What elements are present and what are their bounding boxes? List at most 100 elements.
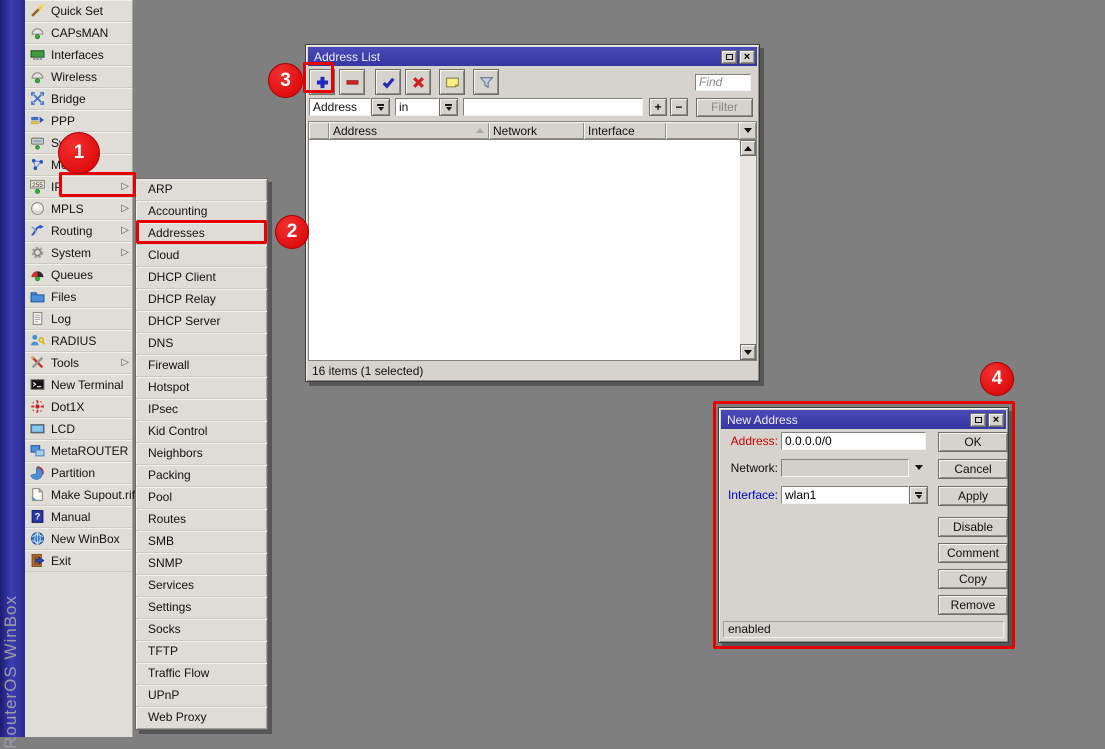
sidebar-item-capsman[interactable]: CAPsMAN [25, 22, 132, 44]
sidebar-item-ppp[interactable]: PPP [25, 110, 132, 132]
vertical-scrollbar[interactable] [740, 140, 756, 360]
sidebar-item-interfaces[interactable]: Interfaces [25, 44, 132, 66]
address-list-table-body[interactable] [308, 139, 757, 361]
add-button[interactable] [309, 69, 335, 95]
sidebar-item-mesh[interactable]: Mesh [25, 154, 132, 176]
address-list-status: 16 items (1 selected) [312, 364, 423, 378]
funnel-icon [479, 75, 494, 90]
interface-field[interactable] [781, 486, 909, 504]
sidebar-item-lcd[interactable]: LCD [25, 418, 132, 440]
column-menu-button[interactable] [739, 122, 756, 139]
filter-value-input[interactable] [463, 98, 643, 116]
cancel-button[interactable]: Cancel [938, 459, 1008, 479]
address-field[interactable] [781, 432, 926, 450]
filter-apply-button[interactable]: Filter [696, 98, 753, 117]
sidebar-item-label: Quick Set [51, 4, 103, 18]
submenu-item-addresses[interactable]: Addresses [136, 223, 267, 245]
submenu-item-neighbors[interactable]: Neighbors [136, 443, 267, 465]
sidebar-item-wireless[interactable]: Wireless [25, 66, 132, 88]
submenu-item-web-proxy[interactable]: Web Proxy [136, 707, 267, 729]
ok-button[interactable]: OK [938, 432, 1008, 452]
sidebar-item-make-supout-rif[interactable]: Make Supout.rif [25, 484, 132, 506]
submenu-item-upnp[interactable]: UPnP [136, 685, 267, 707]
submenu-item-traffic-flow[interactable]: Traffic Flow [136, 663, 267, 685]
comment-button[interactable]: Comment [938, 543, 1008, 563]
submenu-item-accounting[interactable]: Accounting [136, 201, 267, 223]
address-list-titlebar[interactable]: Address List × [308, 47, 757, 66]
submenu-item-arp[interactable]: ARP [136, 179, 267, 201]
column-header-select[interactable] [309, 122, 329, 139]
column-header-address[interactable]: Address [329, 122, 489, 139]
submenu-item-packing[interactable]: Packing [136, 465, 267, 487]
submenu-item-kid-control[interactable]: Kid Control [136, 421, 267, 443]
filter-remove-button[interactable]: − [670, 98, 688, 116]
submenu-item-tftp[interactable]: TFTP [136, 641, 267, 663]
remove-button[interactable]: Remove [938, 595, 1008, 615]
sidebar-item-label: Dot1X [51, 400, 84, 414]
sidebar-item-exit[interactable]: Exit [25, 550, 132, 572]
submenu-item-routes[interactable]: Routes [136, 509, 267, 531]
sidebar-item-radius[interactable]: RADIUS [25, 330, 132, 352]
sidebar-item-dot1x[interactable]: Dot1X [25, 396, 132, 418]
filter-operator-dropdown-button[interactable] [439, 98, 458, 116]
close-button[interactable]: × [988, 413, 1004, 427]
maximize-button[interactable] [721, 50, 737, 64]
sidebar-item-files[interactable]: Files [25, 286, 132, 308]
sidebar-item-quick-set[interactable]: Quick Set [25, 0, 132, 22]
submenu-item-dhcp-client[interactable]: DHCP Client [136, 267, 267, 289]
close-button[interactable]: × [739, 50, 755, 64]
sidebar-item-manual[interactable]: ?Manual [25, 506, 132, 528]
sidebar-item-new-winbox[interactable]: New WinBox [25, 528, 132, 550]
enable-button[interactable] [375, 69, 401, 95]
column-header-network[interactable]: Network [489, 122, 584, 139]
sidebar-item-bridge[interactable]: Bridge [25, 88, 132, 110]
submenu-item-services[interactable]: Services [136, 575, 267, 597]
network-dropdown-icon[interactable] [915, 465, 923, 470]
sidebar-item-partition[interactable]: Partition [25, 462, 132, 484]
disable-button[interactable] [405, 69, 431, 95]
scroll-down-button[interactable] [740, 344, 756, 360]
submenu-item-snmp[interactable]: SNMP [136, 553, 267, 575]
filter-operator-select[interactable]: in [395, 98, 439, 116]
submenu-item-dhcp-relay[interactable]: DHCP Relay [136, 289, 267, 311]
sidebar-item-tools[interactable]: Tools▷ [25, 352, 132, 374]
submenu-item-ipsec[interactable]: IPsec [136, 399, 267, 421]
filter-button[interactable] [473, 69, 499, 95]
sidebar-item-label: Queues [51, 268, 93, 282]
sidebar-item-label: Switch [51, 136, 86, 150]
sidebar-item-log[interactable]: Log [25, 308, 132, 330]
apply-button[interactable]: Apply [938, 486, 1008, 506]
submenu-item-dns[interactable]: DNS [136, 333, 267, 355]
sidebar-item-routing[interactable]: Routing▷ [25, 220, 132, 242]
filter-field-dropdown-button[interactable] [371, 98, 390, 116]
sidebar-item-mpls[interactable]: MPLS▷ [25, 198, 132, 220]
copy-button[interactable]: Copy [938, 569, 1008, 589]
submenu-item-dhcp-server[interactable]: DHCP Server [136, 311, 267, 333]
filter-add-button[interactable]: + [649, 98, 667, 116]
interface-dropdown-button[interactable] [909, 486, 928, 504]
new-address-titlebar[interactable]: New Address × [721, 410, 1006, 429]
maximize-button[interactable] [970, 413, 986, 427]
submenu-item-smb[interactable]: SMB [136, 531, 267, 553]
disable-button[interactable]: Disable [938, 517, 1008, 537]
filter-field-select[interactable]: Address [309, 98, 371, 116]
column-header-address-label: Address [333, 124, 377, 138]
submenu-item-socks[interactable]: Socks [136, 619, 267, 641]
column-header-interface[interactable]: Interface [584, 122, 666, 139]
scroll-up-button[interactable] [740, 140, 756, 156]
sidebar-item-ip[interactable]: 255IP▷ [25, 176, 132, 198]
comment-button[interactable] [439, 69, 465, 95]
new-address-window: New Address × Address: Network: Interfac… [718, 407, 1009, 643]
sidebar-item-switch[interactable]: Switch [25, 132, 132, 154]
submenu-item-pool[interactable]: Pool [136, 487, 267, 509]
submenu-item-settings[interactable]: Settings [136, 597, 267, 619]
sidebar-item-new-terminal[interactable]: New Terminal [25, 374, 132, 396]
submenu-item-cloud[interactable]: Cloud [136, 245, 267, 267]
sidebar-item-queues[interactable]: Queues [25, 264, 132, 286]
remove-button[interactable] [339, 69, 365, 95]
find-input[interactable] [695, 74, 751, 91]
sidebar-item-metarouter[interactable]: MetaROUTER [25, 440, 132, 462]
sidebar-item-system[interactable]: System▷ [25, 242, 132, 264]
submenu-item-hotspot[interactable]: Hotspot [136, 377, 267, 399]
submenu-item-firewall[interactable]: Firewall [136, 355, 267, 377]
